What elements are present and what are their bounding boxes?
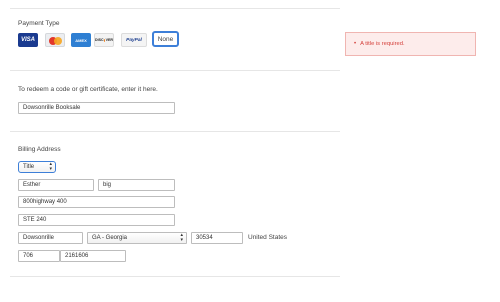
billing-address-label: Billing Address: [18, 146, 61, 153]
error-bullet-icon: •: [354, 41, 357, 47]
redeem-code-input[interactable]: Dowsonrille Booksale: [18, 102, 175, 114]
redeem-instruction: To redeem a code or gift certificate, en…: [18, 86, 158, 93]
billing-divider: [10, 276, 340, 277]
zip-input[interactable]: 30534: [191, 232, 243, 244]
amex-card-icon[interactable]: AMEX: [71, 33, 91, 47]
none-payment-button[interactable]: None: [152, 31, 179, 47]
phone-area-input[interactable]: 706: [18, 250, 60, 262]
discover-card-icon[interactable]: DISC VER: [94, 33, 114, 47]
phone-number-input[interactable]: 2161606: [60, 250, 126, 262]
mastercard-card-icon[interactable]: [45, 33, 65, 47]
last-name-input[interactable]: big: [98, 179, 175, 191]
payment-divider: [10, 70, 340, 71]
redeem-divider: [10, 131, 340, 132]
title-select-value: Title: [23, 164, 35, 170]
state-select-value: GA - Georgia: [92, 235, 128, 241]
state-select[interactable]: GA - Georgia ▴ ▾: [87, 232, 187, 244]
error-alert: • A title is required.: [345, 32, 476, 56]
city-input[interactable]: Dowsonrille: [18, 232, 83, 244]
select-arrows-icon: ▴ ▾: [180, 232, 183, 243]
title-select[interactable]: Title ▴ ▾: [18, 161, 56, 173]
address-line1-input[interactable]: 800highway 400: [18, 196, 175, 208]
visa-card-icon[interactable]: VISA: [18, 33, 38, 47]
error-message: A title is required.: [360, 41, 405, 47]
payment-type-label: Payment Type: [18, 20, 60, 27]
top-divider: [10, 8, 340, 9]
country-label: United States: [248, 234, 288, 241]
first-name-input[interactable]: Esther: [18, 179, 94, 191]
address-line2-input[interactable]: STE 240: [18, 214, 175, 226]
paypal-card-icon[interactable]: PayPal: [121, 33, 147, 47]
select-arrows-icon: ▴ ▾: [49, 161, 52, 172]
